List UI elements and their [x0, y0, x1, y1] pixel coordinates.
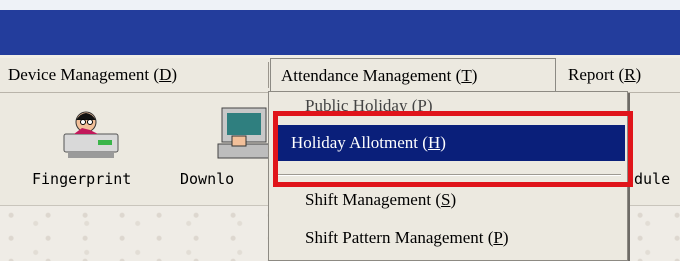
menu-label: Report: [568, 65, 615, 84]
menu-accelerator: R: [624, 65, 636, 84]
menu-bar: Device Management (D) Attendance Managem…: [0, 58, 680, 93]
menu-item-label: Shift Management: [305, 190, 432, 209]
menu-accelerator: D: [159, 65, 172, 84]
highlight-annotation-box: [273, 111, 633, 187]
menu-item-shift-pattern-management[interactable]: Shift Pattern Management (P): [305, 228, 509, 248]
menu-accelerator: T: [461, 66, 472, 85]
menu-label: Device Management: [8, 65, 150, 84]
computer-download-icon: [217, 107, 271, 159]
window-title-bar: [0, 0, 680, 60]
menu-device-management[interactable]: Device Management (D): [8, 58, 177, 92]
menu-accelerator: S: [440, 190, 451, 209]
download-label: Downlo: [180, 170, 235, 188]
menu-item-shift-management[interactable]: Shift Management (S): [305, 190, 456, 210]
menu-item-label: Shift Pattern Management: [305, 228, 484, 247]
menu-label: Attendance Management: [281, 66, 452, 85]
fingerprint-tool-button[interactable]: [58, 108, 124, 167]
menu-attendance-management[interactable]: Attendance Management (T): [270, 58, 556, 92]
download-tool-button[interactable]: [214, 104, 271, 169]
fingerprint-scanner-icon: [63, 111, 119, 158]
schedule-label: dule: [634, 170, 671, 188]
menu-report[interactable]: Report (R): [568, 58, 641, 92]
fingerprint-label: Fingerprint: [32, 170, 132, 188]
menu-accelerator: P: [493, 228, 503, 247]
menu-separator: [268, 62, 269, 88]
